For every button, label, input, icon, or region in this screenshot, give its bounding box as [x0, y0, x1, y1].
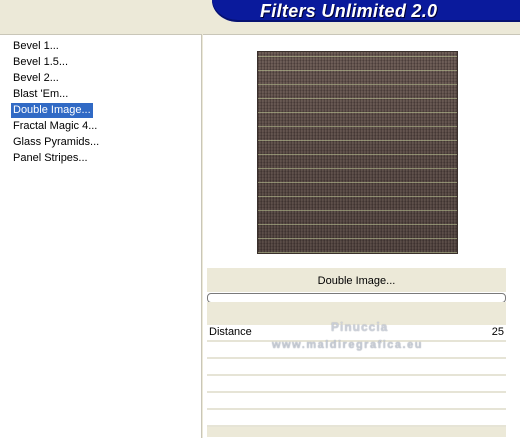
control-row-empty	[207, 410, 506, 427]
filter-item-bevel-2[interactable]: Bevel 2...	[11, 71, 61, 86]
app-title: Filters Unlimited 2.0	[260, 1, 438, 21]
title-banner: Filters Unlimited 2.0	[0, 0, 520, 24]
distance-label: Distance	[209, 326, 252, 338]
distance-value[interactable]: 25	[470, 326, 504, 339]
filter-item-blast-em[interactable]: Blast 'Em...	[11, 87, 70, 102]
preview-image[interactable]	[257, 51, 458, 254]
filter-item-glass-pyramids[interactable]: Glass Pyramids...	[11, 135, 101, 150]
filter-item-double-image[interactable]: Double Image...	[11, 103, 93, 118]
watermark-name: Pinuccia	[331, 320, 389, 334]
control-row-empty	[207, 359, 506, 376]
control-row-empty	[207, 376, 506, 393]
filter-item-panel-stripes[interactable]: Panel Stripes...	[11, 151, 90, 166]
filter-item-fractal-magic-4[interactable]: Fractal Magic 4...	[11, 119, 99, 134]
watermark-url: www.maldiregrafica.eu	[272, 339, 423, 351]
filter-list[interactable]: Bevel 1... Bevel 1.5... Bevel 2... Blast…	[0, 34, 202, 438]
filter-item-bevel-1-5[interactable]: Bevel 1.5...	[11, 55, 70, 70]
selected-filter-name: Double Image...	[317, 275, 396, 287]
control-row-empty	[207, 393, 506, 410]
filter-item-bevel-1[interactable]: Bevel 1...	[11, 39, 61, 54]
